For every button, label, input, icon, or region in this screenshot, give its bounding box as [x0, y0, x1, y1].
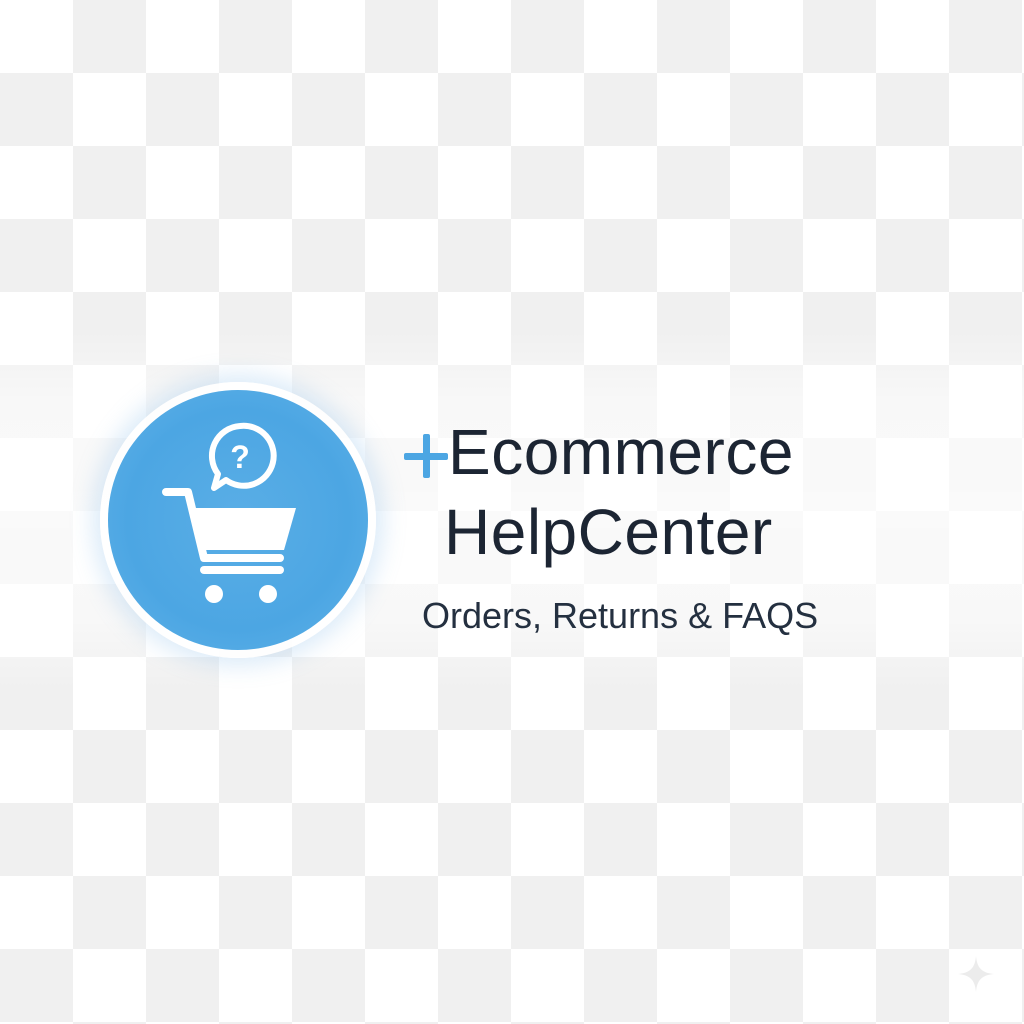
speech-bubble-icon: ? — [209, 422, 277, 491]
brand-title-line-1: Ecommerce — [448, 416, 794, 488]
brand-tagline: Orders, Returns & FAQS — [422, 595, 819, 636]
logo-circle: ? — [108, 390, 368, 650]
title-row: Ecommerce — [404, 412, 994, 492]
svg-text:?: ? — [230, 439, 250, 475]
shopping-cart-question-icon: ? — [162, 422, 296, 603]
sparkle-icon — [958, 956, 994, 992]
brand-title-line-2: HelpCenter — [444, 496, 773, 568]
plus-icon — [404, 434, 448, 478]
brand-text: Ecommerce HelpCenter Orders, Returns & F… — [404, 412, 994, 638]
logo-badge: ? — [100, 382, 376, 658]
cart-icon — [162, 488, 296, 603]
